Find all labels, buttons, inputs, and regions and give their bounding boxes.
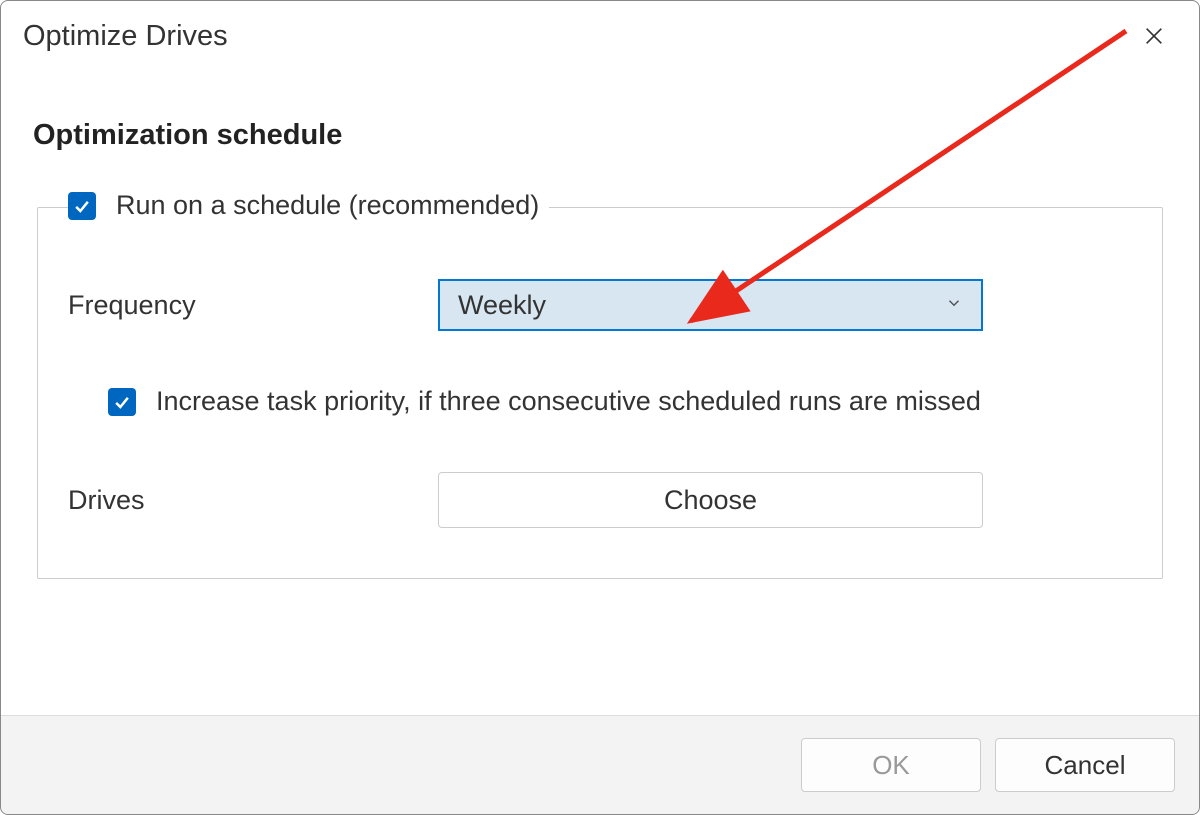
increase-priority-row: Increase task priority, if three consecu… (108, 386, 1132, 417)
drives-row: Drives Choose (68, 472, 1132, 528)
ok-button-label: OK (872, 750, 910, 781)
run-schedule-label: Run on a schedule (recommended) (116, 190, 539, 221)
optimize-drives-dialog: Optimize Drives Optimization schedule Ru… (0, 0, 1200, 815)
run-schedule-checkbox[interactable] (68, 192, 96, 220)
frequency-row: Frequency Weekly (68, 279, 1132, 331)
section-header: Optimization schedule (33, 119, 1167, 152)
chevron-down-icon (945, 294, 963, 317)
choose-drives-button[interactable]: Choose (438, 472, 983, 528)
increase-priority-label: Increase task priority, if three consecu… (156, 386, 981, 417)
frequency-dropdown[interactable]: Weekly (438, 279, 983, 331)
run-schedule-checkbox-row: Run on a schedule (recommended) (68, 190, 549, 221)
cancel-button-label: Cancel (1045, 750, 1126, 781)
frequency-value: Weekly (458, 290, 546, 321)
drives-label: Drives (68, 485, 438, 516)
schedule-fieldset: Run on a schedule (recommended) Frequenc… (37, 207, 1163, 579)
frequency-label: Frequency (68, 290, 438, 321)
check-icon (112, 392, 132, 412)
ok-button[interactable]: OK (801, 738, 981, 792)
dialog-content: Optimization schedule Run on a schedule … (1, 59, 1199, 715)
check-icon (72, 196, 92, 216)
dialog-title: Optimize Drives (23, 20, 228, 53)
close-button[interactable] (1131, 13, 1177, 59)
titlebar: Optimize Drives (1, 1, 1199, 59)
close-icon (1143, 25, 1165, 47)
dialog-footer: OK Cancel (1, 715, 1199, 814)
choose-button-label: Choose (664, 485, 757, 516)
increase-priority-checkbox[interactable] (108, 388, 136, 416)
cancel-button[interactable]: Cancel (995, 738, 1175, 792)
